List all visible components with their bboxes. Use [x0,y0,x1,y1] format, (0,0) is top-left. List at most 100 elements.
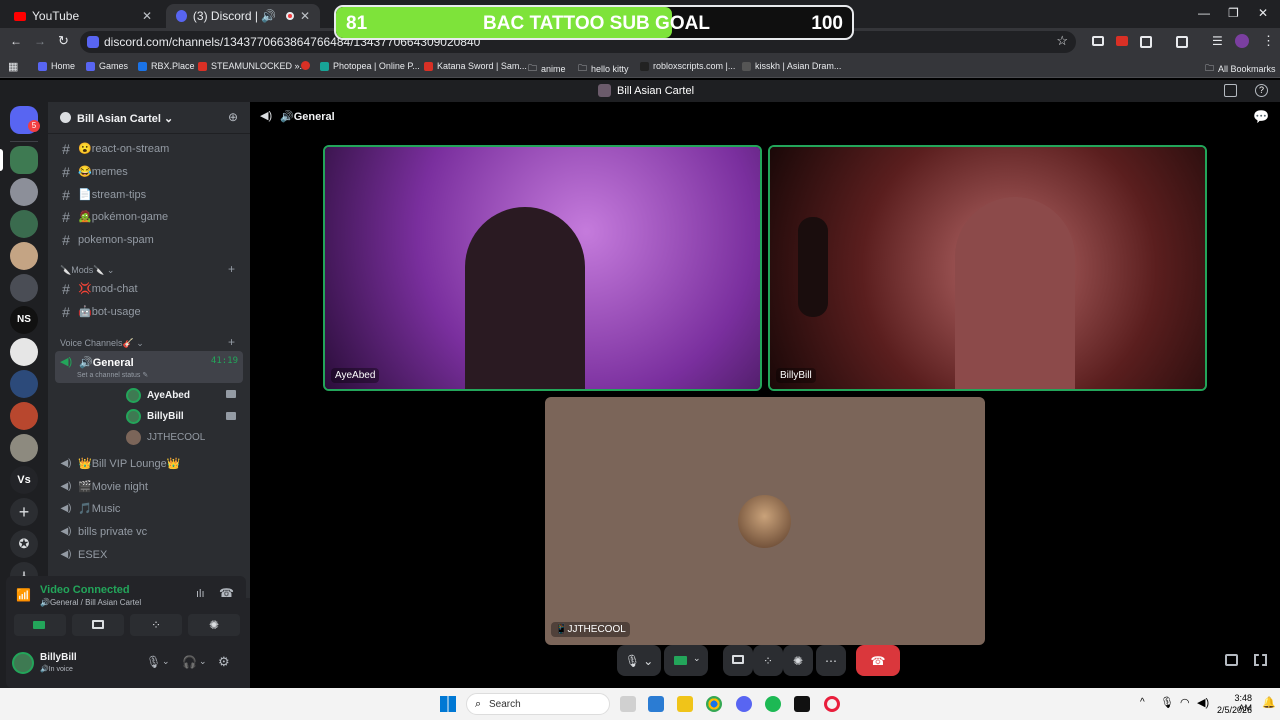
server-icon[interactable] [10,370,38,398]
bookmark-home[interactable]: Home [38,61,75,71]
reload-icon[interactable]: ↻ [58,33,69,49]
microphone-icon[interactable]: 🎙 [1160,696,1174,709]
taskbar-search[interactable]: ⌕ Search [466,693,610,715]
bookmark-star-icon[interactable]: ☆ [1056,33,1068,49]
extension-icon[interactable] [1092,36,1104,46]
bookmark-red[interactable] [301,61,310,70]
bookmark-photopea[interactable]: Photopea | Online P... [320,61,420,71]
chevron-down-icon[interactable]: ⌄ [162,656,170,667]
voice-member-ayeabed[interactable]: AyeAbed [126,388,190,403]
voice-channel-general-active[interactable]: ◀) 🔊General 41:19 Set a channel status ✎ [55,351,243,383]
extension-icon[interactable] [1116,36,1128,46]
server-icon[interactable] [10,402,38,430]
maximize-button[interactable]: ❐ [1228,6,1239,20]
file-explorer-icon[interactable] [677,696,693,712]
disconnect-icon[interactable]: ☎ [219,586,234,600]
channel-stream-tips[interactable]: # 📄stream-tips [55,184,243,205]
video-tile-billybill[interactable]: BillyBill [768,145,1207,391]
server-icon[interactable] [10,434,38,462]
apps-grid-icon[interactable]: ▦ [8,60,18,73]
activities-button[interactable]: ⁘ [130,614,182,636]
pop-out-icon[interactable] [1225,654,1238,666]
server-bill-asian-cartel[interactable] [10,146,38,174]
create-channel-icon[interactable]: + [228,262,235,276]
set-channel-status[interactable]: Set a channel status ✎ [77,371,148,379]
chrome-icon[interactable] [706,696,722,712]
all-bookmarks[interactable]: 🗀 All Bookmarks [1205,61,1276,77]
bookmark-steamunlocked[interactable]: STEAMUNLOCKED »... [198,61,307,71]
camera-button[interactable]: ⌄ [664,645,708,676]
discord-taskbar-icon[interactable] [736,696,752,712]
tab-youtube[interactable]: YouTube ✕ [4,4,162,28]
voice-member-billybill[interactable]: BillyBill [126,409,184,424]
inbox-icon[interactable] [1224,84,1237,97]
voice-channel-esex[interactable]: ◀) ESEX [55,544,243,565]
forward-icon[interactable]: → [34,34,46,48]
bookmark-kisskh[interactable]: kisskh | Asian Dram... [742,61,841,71]
close-tab-icon[interactable]: ✕ [142,9,152,23]
user-avatar[interactable] [12,652,34,674]
close-tab-icon[interactable]: ✕ [300,9,310,23]
bookmark-katana[interactable]: Katana Sword | Sam... [424,61,527,71]
mute-button[interactable]: 🎙 ⌄ [617,645,661,676]
category-voice-channels[interactable]: Voice Channels🎸 ⌄ [60,338,144,349]
back-icon[interactable]: ← [10,34,22,48]
explore-icon[interactable]: ✪ [10,530,38,558]
voice-member-jjthecool[interactable]: JJTHECOOL [126,430,205,445]
minimize-button[interactable]: — [1198,6,1210,20]
bookmark-hello-kitty-folder[interactable]: 🗀 hello kitty [578,61,629,77]
headphones-icon[interactable]: 🎧 [182,655,197,669]
activities-button[interactable]: ⁘ [753,645,783,676]
voice-channel-music[interactable]: ◀) 🎵Music [55,498,243,519]
server-icon[interactable] [10,274,38,302]
channel-mod-chat[interactable]: # 💢mod-chat [55,278,243,299]
chat-bubble-icon[interactable]: 💬 [1253,109,1269,125]
user-settings-gear-icon[interactable]: ⚙ [218,654,230,670]
server-icon[interactable] [10,210,38,238]
spotify-icon[interactable] [765,696,781,712]
camera-toggle-button[interactable] [14,614,66,636]
bookmark-anime-folder[interactable]: 🗀 anime [528,61,566,77]
microphone-icon[interactable]: 🎙 [146,655,161,669]
cast-icon[interactable] [1176,36,1188,48]
widgets-icon[interactable] [648,696,664,712]
extensions-puzzle-icon[interactable] [1140,36,1152,48]
server-icon[interactable] [10,242,38,270]
help-icon[interactable]: ? [1255,84,1268,97]
volume-icon[interactable]: ◀) [1197,696,1209,709]
server-ns[interactable]: NS [10,306,38,334]
channel-react-on-stream[interactable]: # 😮react-on-stream [55,138,243,159]
site-info-icon[interactable] [87,36,99,48]
soundboard-button[interactable]: ✺ [783,645,813,676]
chevron-down-icon[interactable]: ⌄ [199,656,207,667]
more-options-button[interactable]: ⋯ [816,645,846,676]
notification-bell-icon[interactable]: 🔔 [1262,696,1276,709]
server-vs[interactable]: Vs [10,466,38,494]
server-icon[interactable] [10,338,38,366]
task-view-icon[interactable] [620,696,636,712]
close-window-button[interactable]: ✕ [1258,6,1268,20]
channel-pokemon-spam[interactable]: # pokemon-spam [55,229,243,250]
soundboard-button[interactable]: ✺ [188,614,240,636]
voice-channel-movie-night[interactable]: ◀) 🎬Movie night [55,476,243,497]
category-mods[interactable]: 🔪Mods🔪 ⌄ [60,265,114,276]
side-panel-icon[interactable]: ☰ [1212,34,1223,48]
wifi-icon[interactable]: ◠ [1180,696,1190,709]
voice-channel-vip-lounge[interactable]: ◀) 👑Bill VIP Lounge👑 [55,453,243,474]
share-screen-button[interactable] [72,614,124,636]
create-channel-icon[interactable]: + [228,335,235,349]
bookmark-games[interactable]: Games [86,61,128,71]
fullscreen-icon[interactable] [1254,654,1267,666]
invite-people-icon[interactable]: ⊕ [228,110,238,124]
channel-pokemon-game[interactable]: # 🧟pokémon-game [55,206,243,227]
tab-discord[interactable]: (3) Discord | 🔊 General | Bi ✕ [166,4,320,28]
channel-memes[interactable]: # 😂memes [55,161,243,182]
noise-suppression-icon[interactable]: ılı [196,588,205,600]
bookmark-robloxscripts[interactable]: robloxscripts.com |... [640,61,735,71]
server-header[interactable]: Bill Asian Cartel ⌄ ⊕ [48,102,250,134]
hidden-icons-chevron[interactable]: ^ [1140,697,1145,708]
leave-call-button[interactable]: ☎ [856,645,900,676]
add-server-icon[interactable]: + [10,498,38,526]
share-screen-button[interactable] [723,645,753,676]
opera-icon[interactable] [824,696,840,712]
